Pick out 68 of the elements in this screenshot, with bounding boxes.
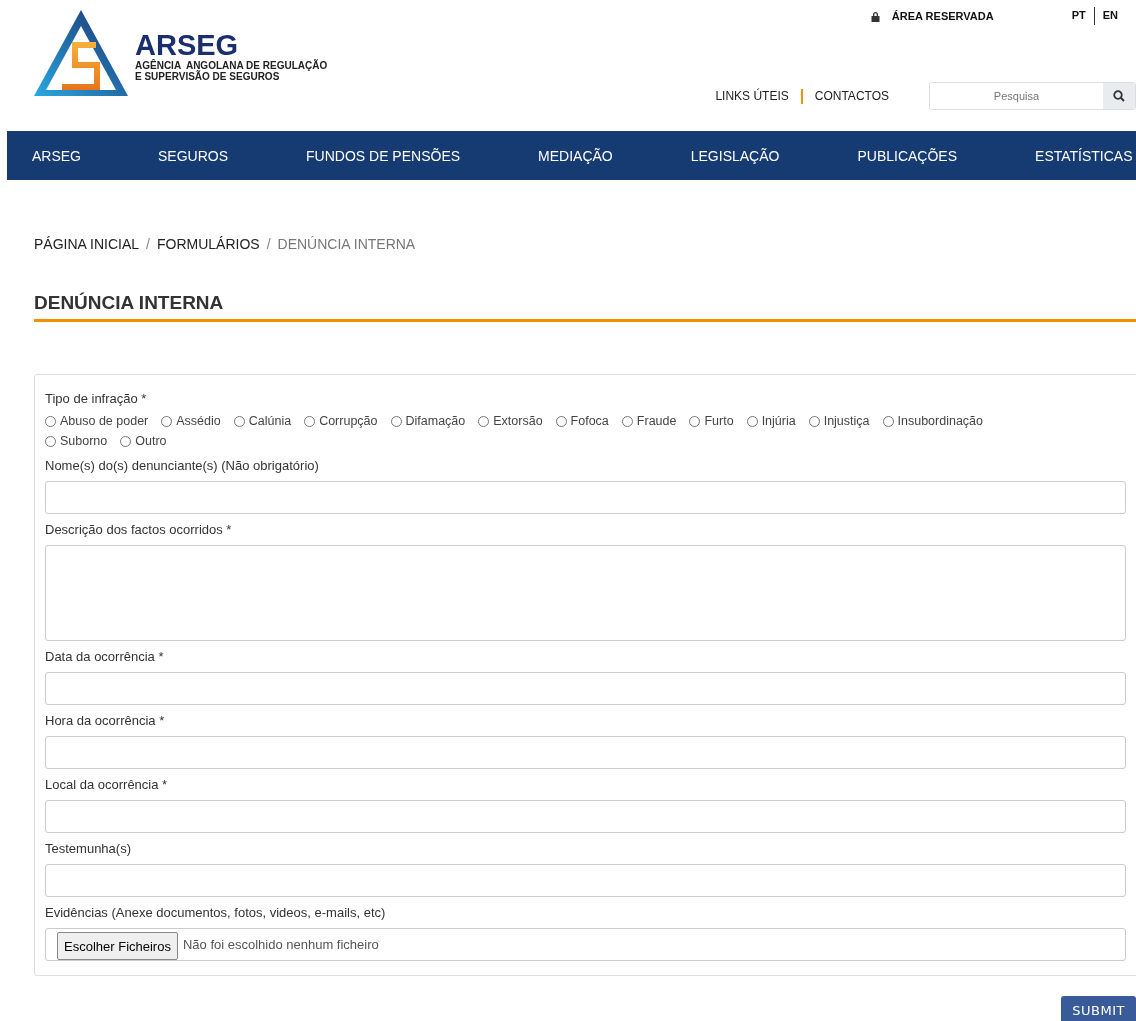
radio-option[interactable]: Calúnia (233, 414, 292, 428)
search-button[interactable] (1103, 83, 1135, 109)
field-label: Hora da ocorrência * (45, 713, 166, 728)
logo-name: ARSEG (135, 30, 240, 60)
field-label: Data da ocorrência * (45, 649, 165, 664)
nav-item[interactable]: FUNDOS DE PENSÕES (267, 147, 500, 164)
field-label: Local da ocorrência * (45, 777, 169, 792)
choose-files-button[interactable]: Escolher Ficheiros (57, 932, 178, 960)
radio-label: Corrupção (319, 414, 378, 428)
radio-option[interactable]: Injúria (746, 414, 796, 428)
radio-label: Assédio (176, 414, 221, 428)
radio-option[interactable]: Fofoca (555, 414, 609, 428)
radio-label: Fofoca (570, 414, 609, 428)
field-label: Testemunha(s) (45, 841, 132, 856)
radio-option[interactable]: Assédio (161, 414, 221, 428)
radio-option[interactable]: Difamação (390, 414, 466, 428)
page-title: DENÚNCIA INTERNA (34, 292, 1136, 322)
header-link[interactable]: CONTACTOS (814, 89, 889, 103)
radio-option[interactable]: Furto (689, 414, 734, 428)
radio-label: Outro (135, 434, 167, 448)
radio-option[interactable]: Fraude (621, 414, 677, 428)
breadcrumb-separator: / (266, 236, 271, 252)
language-link[interactable]: PT (1063, 9, 1094, 23)
reserved-area-text: ÁREA RESERVADA (891, 10, 994, 22)
breadcrumb-current: DENÚNCIA INTERNA (277, 236, 416, 252)
radio-label: Fraude (636, 414, 677, 428)
radio-option[interactable]: Extorsão (478, 414, 543, 428)
radio-label: Furto (704, 414, 734, 428)
radio-label: Extorsão (493, 414, 543, 428)
radio-label: Injúria (761, 414, 796, 428)
logo-tagline: AGÊNCIA ANGOLANA DE REGULAÇÃO (135, 60, 328, 71)
radio-option[interactable]: Corrupção (304, 414, 378, 428)
radio-label: Injustiça (823, 414, 870, 428)
submit-button[interactable]: SUBMIT (1061, 996, 1136, 1021)
radio-option[interactable]: Injustiça (808, 414, 870, 428)
nav-item[interactable]: PUBLICAÇÕES (818, 147, 997, 164)
header-link[interactable]: LINKS ÚTEIS (715, 89, 789, 103)
field-label: Nome(s) do(s) denunciante(s) (Não obrigatório) (45, 458, 320, 473)
nav-item[interactable]: MEDIAÇÃO (499, 147, 652, 164)
breadcrumb-separator: / (146, 236, 150, 252)
input-field[interactable] (45, 864, 1126, 897)
nav-item[interactable]: ARSEG (7, 147, 119, 164)
breadcrumb-link[interactable]: FORMULÁRIOS (156, 236, 260, 252)
radio-label: Difamação (405, 414, 466, 428)
logo-tagline: E SUPERVISÃO DE SEGUROS (135, 71, 280, 82)
radio-option[interactable]: Outro (120, 434, 167, 448)
reserved-area-link[interactable]: ÁREA RESERVADA (870, 10, 994, 22)
search-icon (1113, 90, 1125, 102)
field-label: Descrição dos factos ocorridos * (45, 522, 233, 537)
file-input[interactable]: Escolher Ficheiros Não foi escolhido nenhum ficheiro (45, 928, 1126, 961)
nav-item[interactable]: SEGUROS (119, 147, 268, 164)
textarea-field[interactable] (45, 545, 1126, 641)
search-field[interactable]: Pesquisa (929, 82, 1136, 110)
radio-option[interactable]: Suborno (45, 434, 108, 448)
language-link[interactable]: EN (1094, 9, 1126, 23)
input-field[interactable] (45, 800, 1126, 833)
input-field[interactable] (45, 481, 1126, 514)
radio-label: Calúnia (248, 414, 292, 428)
lock-icon (870, 10, 880, 22)
field-label: Tipo de infração * (45, 391, 148, 406)
file-status: Não foi escolhido nenhum ficheiro (182, 937, 379, 952)
breadcrumb-link[interactable]: PÁGINA INICIAL (34, 236, 140, 252)
input-field[interactable] (45, 736, 1126, 769)
input-field[interactable] (45, 672, 1126, 705)
radio-label: Suborno (60, 434, 108, 448)
nav-item[interactable]: ESTATÍSTICAS (996, 147, 1136, 164)
field-label: Evidências (Anexe documentos, fotos, videos, e-mails, etc) (45, 905, 387, 920)
nav-item[interactable]: LEGISLAÇÃO (651, 147, 819, 164)
